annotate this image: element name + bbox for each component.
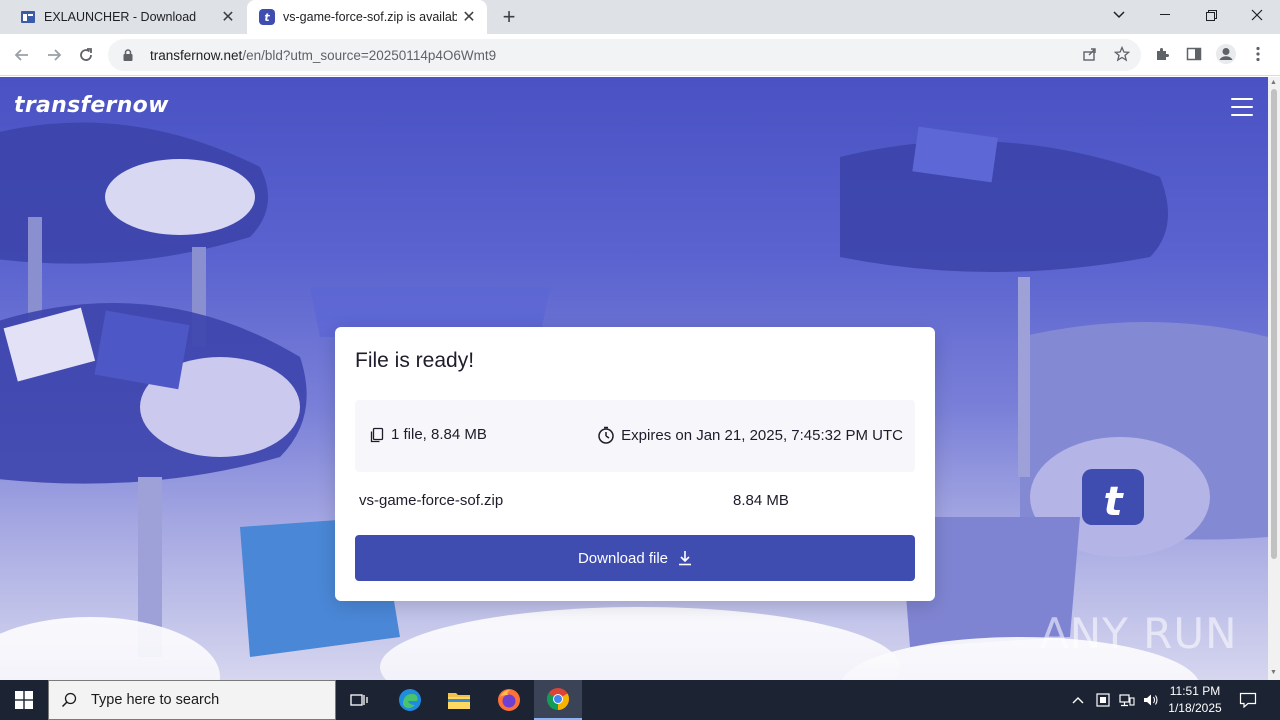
notifications-icon[interactable] (1234, 680, 1262, 720)
svg-text:t: t (264, 11, 270, 24)
tab-title: EXLAUNCHER - Download (44, 10, 197, 24)
new-tab-button[interactable]: + (497, 4, 521, 29)
file-size: 8.84 MB (733, 492, 789, 509)
expiry-text: Expires on Jan 21, 2025, 7:45:32 PM UTC (621, 426, 903, 444)
volume-icon[interactable] (1140, 680, 1162, 720)
edge-browser-icon[interactable] (386, 680, 434, 720)
reload-icon[interactable] (71, 40, 101, 70)
url-domain: transfernow.net (150, 47, 243, 63)
expiry-info: Expires on Jan 21, 2025, 7:45:32 PM UTC (597, 426, 903, 444)
address-bar[interactable]: transfernow.net/en/bld?utm_source=202501… (108, 39, 1141, 71)
taskbar-search-box[interactable]: Type here to search (48, 680, 336, 720)
files-summary: 1 file, 8.84 MB (369, 426, 487, 443)
back-icon[interactable] (7, 40, 37, 70)
close-window-button[interactable] (1234, 0, 1280, 30)
url-path: /en/bld?utm_source=20250114p4O6Wmt9 (242, 47, 497, 63)
share-icon[interactable] (1078, 42, 1102, 66)
chrome-icon[interactable] (534, 680, 582, 720)
page-scrollbar[interactable]: ▲ ▼ (1268, 77, 1280, 680)
lock-icon[interactable] (120, 49, 136, 61)
url-text: transfernow.net/en/bld?utm_source=202501… (150, 48, 496, 63)
restore-button[interactable] (1188, 0, 1234, 30)
network-icon[interactable] (1116, 680, 1138, 720)
clock-date: 1/18/2025 (1168, 701, 1222, 715)
file-name: vs-game-force-sof.zip (359, 492, 504, 509)
anyrun-watermark: ANY RUN (1040, 609, 1238, 658)
side-panel-icon[interactable] (1182, 42, 1206, 66)
file-explorer-icon[interactable] (435, 680, 483, 720)
tab-exlauncher[interactable]: EXLAUNCHER - Download ✕ (8, 0, 246, 34)
tab-search-icon[interactable] (1096, 0, 1142, 30)
search-icon (61, 692, 77, 708)
windows-taskbar: Type here to search 11:51 PM 1/18/2025 (0, 680, 1280, 720)
start-button[interactable] (0, 680, 48, 720)
extensions-icon[interactable] (1150, 42, 1174, 66)
transfer-info-box: 1 file, 8.84 MB Expires on Jan 21, 2025,… (355, 400, 915, 472)
svg-text:t: t (1103, 479, 1124, 525)
site-favicon-icon (20, 9, 36, 25)
scroll-down-arrow-icon[interactable]: ▼ (1270, 669, 1277, 676)
tab-title: vs-game-force-sof.zip is availab (283, 10, 457, 24)
browser-toolbar: transfernow.net/en/bld?utm_source=202501… (0, 34, 1280, 76)
hamburger-menu-icon[interactable] (1231, 98, 1253, 116)
search-placeholder: Type here to search (91, 692, 220, 708)
files-summary-text: 1 file, 8.84 MB (391, 426, 487, 443)
minimize-button[interactable] (1142, 0, 1188, 30)
clock-time: 11:51 PM (1169, 684, 1221, 698)
bookmark-star-icon[interactable] (1110, 42, 1134, 66)
forward-icon[interactable] (39, 40, 69, 70)
timer-icon (598, 426, 614, 444)
transfernow-logo[interactable]: transfernow (14, 93, 169, 118)
show-hidden-icons-chevron-icon[interactable] (1068, 680, 1088, 720)
scroll-up-arrow-icon[interactable]: ▲ (1270, 79, 1277, 86)
close-tab-icon[interactable]: ✕ (216, 5, 240, 29)
file-ready-card: File is ready! 1 file, 8.84 MB Expires o… (335, 327, 935, 601)
transfernow-favicon-icon: t (259, 9, 275, 25)
download-button-label: Download file (577, 549, 669, 567)
firefox-icon[interactable] (485, 680, 533, 720)
tab-transfernow[interactable]: t vs-game-force-sof.zip is availab ✕ (247, 0, 487, 34)
security-icon[interactable] (1092, 680, 1114, 720)
task-view-icon[interactable] (336, 680, 384, 720)
windows-logo-icon (15, 691, 33, 709)
download-arrow-icon (679, 551, 692, 566)
card-title: File is ready! (355, 349, 475, 372)
taskbar-clock[interactable]: 11:51 PM 1/18/2025 (1162, 683, 1228, 717)
tab-strip: EXLAUNCHER - Download ✕ t vs-game-force-… (0, 0, 1280, 34)
scrollbar-thumb[interactable] (1271, 89, 1277, 559)
profile-avatar-icon[interactable] (1214, 42, 1238, 66)
page-viewport: t transfernow File is ready! 1 file, 8.8… (0, 77, 1268, 680)
menu-kebab-icon[interactable] (1246, 42, 1270, 66)
files-copy-icon (370, 427, 384, 442)
download-file-button[interactable]: Download file (355, 535, 915, 581)
close-tab-icon[interactable]: ✕ (457, 5, 481, 29)
